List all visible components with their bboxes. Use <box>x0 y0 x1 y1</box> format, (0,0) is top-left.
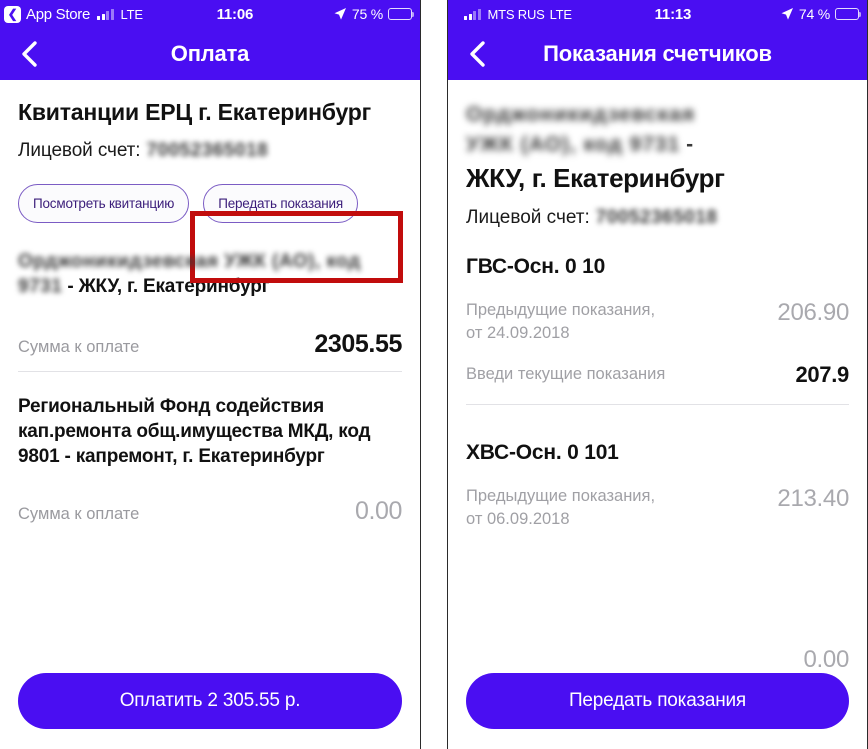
status-bar-right-group: 74 % <box>780 6 862 22</box>
battery-icon <box>835 8 862 20</box>
submit-readings-button[interactable]: Передать показания <box>203 184 358 224</box>
org-name-kapremont: Региональный Фонд содействия кап.ремонта… <box>18 395 371 468</box>
amount-label-jku: Сумма к оплате <box>18 337 140 356</box>
current-reading-input-gvs[interactable]: 207.9 <box>795 362 849 388</box>
screen-separator-gap <box>421 0 447 749</box>
account-number-masked: 70052365018 <box>595 206 718 228</box>
status-bar-left-group-right: MTS RUS LTE <box>452 7 572 22</box>
org-name-dash: - <box>680 133 694 157</box>
view-receipt-button[interactable]: Посмотреть квитанцию <box>18 184 190 224</box>
page-title-payment: Оплата <box>170 41 250 66</box>
location-arrow-icon <box>333 7 347 21</box>
previous-reading-row-gvs: Предыдущие показания, от 24.09.2018 206.… <box>466 299 849 346</box>
submit-readings-cta[interactable]: Передать показания <box>466 673 849 729</box>
status-bar-network: LTE <box>120 6 143 22</box>
battery-icon <box>388 8 415 20</box>
pay-button[interactable]: Оплатить 2 305.55 р. <box>18 673 402 729</box>
content-payment: Квитанции ЕРЦ г. Екатеринбург Лицевой сч… <box>0 80 420 749</box>
amount-value-kapremont: 0.00 <box>354 497 402 526</box>
battery-percent-label: 75 % <box>351 6 383 22</box>
org-name-jku: Орджоникидзевская УЖК (АО), код 9731 - Ж… <box>18 249 402 300</box>
org-name-masked-block: Орджоникидзевская УЖК (АО), код 9731 - <box>466 100 849 161</box>
current-reading-value-hvs-clipped[interactable]: 0.00 <box>803 646 849 674</box>
meter-divider <box>466 403 849 405</box>
previous-reading-date: от 06.09.2018 <box>466 510 570 529</box>
nav-bar-right: Показания счетчиков <box>448 28 867 80</box>
org-name-masked-part2: 9731 <box>18 276 63 298</box>
amount-row-jku: Сумма к оплате 2305.55 <box>18 330 402 359</box>
status-bar-app-name[interactable]: App Store <box>26 6 90 23</box>
meter-name-hvs: ХВС-Осн. 0 101 <box>466 440 619 464</box>
account-label: Лицевой счет: <box>18 140 141 162</box>
account-row: Лицевой счет: 70052365018 <box>18 140 402 162</box>
amount-value-jku: 2305.55 <box>314 329 402 358</box>
status-bar-clock: 11:13 <box>654 5 692 23</box>
current-reading-label-gvs: Введи текущие показания <box>466 365 666 383</box>
phone-screen-payment: ❮ App Store LTE 11:06 75 % Оплата Квитан… <box>0 0 421 749</box>
status-bar-network: LTE <box>549 6 572 22</box>
charge-section-kapremont: Региональный Фонд содействия кап.ремонта… <box>18 394 402 527</box>
org-name-masked-line2: УЖК (АО), код 9731 <box>466 133 681 157</box>
org-name-visible-part: - ЖКУ, г. Екатеринбург <box>62 276 270 298</box>
action-pill-row: Посмотреть квитанцию Передать показания <box>18 184 402 224</box>
dual-phone-screenshot: ❮ App Store LTE 11:06 75 % Оплата Квитан… <box>0 0 868 749</box>
status-bar-left: ❮ App Store LTE 11:06 75 % <box>0 0 420 28</box>
previous-reading-row-hvs: Предыдущие показания, от 06.09.2018 213.… <box>466 485 849 532</box>
meter-block-gvs: ГВС-Осн. 0 10 Предыдущие показания, от 2… <box>466 255 849 405</box>
amount-label-kapremont: Сумма к оплате <box>18 505 140 524</box>
page-title-meter-readings: Показания счетчиков <box>543 41 772 66</box>
signal-bars-icon <box>464 8 481 20</box>
status-bar-left-group: ❮ App Store LTE <box>4 5 143 23</box>
nav-bar-left: Оплата <box>0 28 420 80</box>
section-divider <box>18 370 402 372</box>
pay-cta-wrap: Оплатить 2 305.55 р. <box>18 673 402 729</box>
signal-bars-icon <box>97 8 114 20</box>
previous-reading-text: Предыдущие показания, <box>466 486 656 505</box>
status-bar-clock: 11:06 <box>216 5 254 23</box>
location-arrow-icon <box>780 7 794 21</box>
previous-reading-value-gvs: 206.90 <box>777 298 849 326</box>
status-bar-carrier: MTS RUS <box>487 6 545 22</box>
meter-block-hvs: ХВС-Осн. 0 101 Предыдущие показания, от … <box>466 441 849 532</box>
account-number-masked: 70052365018 <box>146 140 269 162</box>
nav-back-icon[interactable] <box>14 39 44 69</box>
jku-heading: ЖКУ, г. Екатеринбург <box>466 162 725 193</box>
previous-reading-date: от 24.09.2018 <box>466 324 570 343</box>
current-reading-row-gvs[interactable]: Введи текущие показания 207.9 <box>466 362 849 388</box>
previous-reading-text: Предыдущие показания, <box>466 300 656 319</box>
charge-section-jku: Орджоникидзевская УЖК (АО), код 9731 - Ж… <box>18 249 402 372</box>
account-row-right: Лицевой счет: 70052365018 <box>466 207 849 229</box>
previous-reading-label-hvs: Предыдущие показания, от 06.09.2018 <box>466 485 655 532</box>
org-name-masked-line1: Орджоникидзевская <box>466 103 696 126</box>
meter-name-gvs: ГВС-Осн. 0 10 <box>466 254 606 278</box>
app-store-back-icon[interactable]: ❮ <box>4 5 21 23</box>
content-meter-readings: Орджоникидзевская УЖК (АО), код 9731 - Ж… <box>448 80 867 749</box>
receipts-heading: Квитанции ЕРЦ г. Екатеринбург <box>18 99 372 125</box>
battery-percent-label: 74 % <box>798 6 830 22</box>
status-bar-right-group: 75 % <box>333 6 415 22</box>
submit-cta-wrap: Передать показания <box>466 673 849 729</box>
previous-reading-value-hvs: 213.40 <box>777 484 849 512</box>
status-bar-right: MTS RUS LTE 11:13 74 % <box>448 0 867 28</box>
account-label: Лицевой счет: <box>466 206 590 228</box>
org-name-masked-part1: Орджоникидзевская УЖК (АО), код <box>18 251 361 273</box>
previous-reading-label-gvs: Предыдущие показания, от 24.09.2018 <box>466 299 655 346</box>
nav-back-icon[interactable] <box>462 39 492 69</box>
phone-screen-meter-readings: MTS RUS LTE 11:13 74 % Показания счетчик… <box>447 0 868 749</box>
amount-row-kapremont: Сумма к оплате 0.00 <box>18 497 402 526</box>
